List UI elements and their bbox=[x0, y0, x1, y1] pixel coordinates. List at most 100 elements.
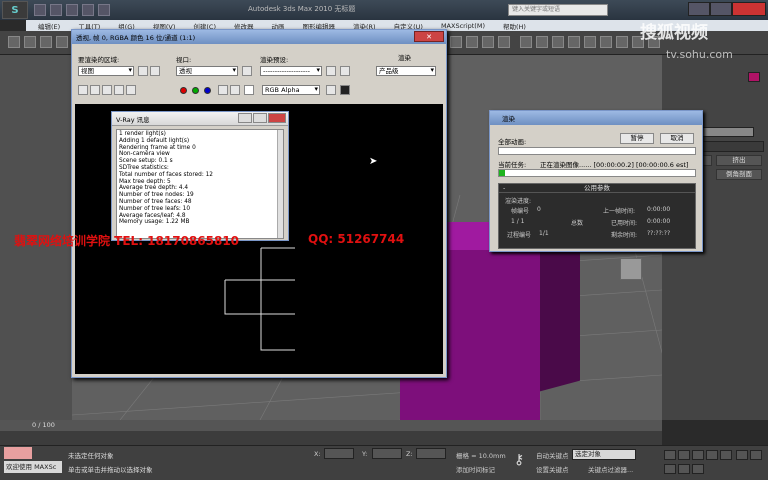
orbit-icon[interactable] bbox=[664, 464, 676, 474]
red-channel-icon[interactable] bbox=[180, 87, 187, 94]
material-editor-icon[interactable] bbox=[600, 36, 612, 48]
vray-close-button[interactable] bbox=[268, 113, 286, 123]
clear-icon[interactable] bbox=[126, 85, 136, 95]
redo-tool-icon[interactable] bbox=[24, 36, 36, 48]
search-input[interactable]: 键入关键字或短语 bbox=[508, 4, 608, 16]
z-label: Z: bbox=[406, 450, 413, 458]
close-button[interactable] bbox=[732, 2, 766, 16]
play-icon[interactable] bbox=[692, 450, 704, 460]
add-time-tag[interactable]: 添加时间标记 bbox=[456, 464, 495, 474]
vray-log[interactable]: 1 render light(s) Adding 1 default light… bbox=[116, 129, 284, 239]
layer-icon[interactable] bbox=[552, 36, 564, 48]
viewcube-icon[interactable] bbox=[620, 258, 642, 280]
time-slider[interactable]: 0 / 100 bbox=[0, 420, 662, 431]
all-animation-progress bbox=[498, 147, 696, 155]
menu-help[interactable]: 帮助(H) bbox=[494, 21, 535, 31]
spinner-snap-icon[interactable] bbox=[498, 36, 510, 48]
vray-maximize-button[interactable] bbox=[253, 113, 267, 123]
pan-icon[interactable] bbox=[750, 450, 762, 460]
display-toggle-icon[interactable] bbox=[326, 85, 336, 95]
edit-region-icon[interactable] bbox=[138, 66, 148, 76]
viewport-dropdown[interactable]: 透视 bbox=[176, 66, 238, 76]
render-label: 渲染 bbox=[398, 54, 411, 62]
prev-frame-icon[interactable] bbox=[678, 450, 690, 460]
undo-icon[interactable] bbox=[82, 4, 94, 16]
monochrome-icon[interactable] bbox=[230, 85, 240, 95]
key-icon[interactable]: ⚷ bbox=[514, 452, 524, 468]
redo-icon[interactable] bbox=[98, 4, 110, 16]
area-label: 要渲染的区域: bbox=[78, 56, 120, 64]
render-frame-close-button[interactable]: ✕ bbox=[414, 31, 444, 42]
snap-icon[interactable] bbox=[450, 36, 462, 48]
pause-button[interactable]: 暂停 bbox=[620, 133, 654, 144]
render-setup-small-icon[interactable] bbox=[326, 66, 336, 76]
auto-key-button[interactable]: 自动关键点 bbox=[536, 450, 569, 460]
align-icon[interactable] bbox=[536, 36, 548, 48]
next-frame-icon[interactable] bbox=[706, 450, 718, 460]
save-image-icon[interactable] bbox=[78, 85, 88, 95]
render-frame-titlebar[interactable]: 透视, 帧 0, RGBA 颜色 16 位/通道 (1:1) bbox=[72, 30, 446, 44]
object-color-swatch[interactable] bbox=[748, 72, 760, 82]
product-level-dropdown[interactable]: 产品级 bbox=[376, 66, 436, 76]
minimize-button[interactable] bbox=[688, 2, 710, 16]
goto-end-icon[interactable] bbox=[720, 450, 732, 460]
environment-icon[interactable] bbox=[340, 66, 350, 76]
x-coordinate-field[interactable] bbox=[324, 448, 354, 459]
new-icon[interactable] bbox=[34, 4, 46, 16]
area-dropdown[interactable]: 视图 bbox=[78, 66, 134, 76]
preset-dropdown[interactable]: -------------------- bbox=[260, 66, 322, 76]
toggle-ui-icon[interactable] bbox=[340, 85, 350, 95]
curve-editor-icon[interactable] bbox=[568, 36, 580, 48]
zoom-icon[interactable] bbox=[736, 450, 748, 460]
auto-region-icon[interactable] bbox=[150, 66, 160, 76]
channel-dropdown[interactable]: RGB Alpha bbox=[262, 85, 320, 95]
schematic-icon[interactable] bbox=[584, 36, 596, 48]
print-icon[interactable] bbox=[114, 85, 124, 95]
vray-minimize-button[interactable] bbox=[238, 113, 252, 123]
log-line: Average tree depth: 4.4 bbox=[119, 185, 189, 192]
log-line: Max tree depth: 5 bbox=[119, 178, 171, 185]
angle-snap-icon[interactable] bbox=[466, 36, 478, 48]
link-icon[interactable] bbox=[40, 36, 52, 48]
save-icon[interactable] bbox=[66, 4, 78, 16]
blue-channel-icon[interactable] bbox=[204, 87, 211, 94]
lock-viewport-icon[interactable] bbox=[242, 66, 252, 76]
maxscript-listener[interactable]: 欢迎使用 MAXSc bbox=[4, 461, 62, 473]
key-filters-button[interactable]: 关键点过滤器... bbox=[588, 464, 633, 474]
fov-icon[interactable] bbox=[678, 464, 690, 474]
maximize-viewport-icon[interactable] bbox=[692, 464, 704, 474]
copy-image-icon[interactable] bbox=[90, 85, 100, 95]
viewport-label: 视口: bbox=[176, 56, 192, 64]
cancel-button[interactable]: 取消 bbox=[660, 133, 694, 144]
green-channel-icon[interactable] bbox=[192, 87, 199, 94]
log-line: Rendering frame at time 0 bbox=[119, 144, 196, 151]
swatch-icon[interactable] bbox=[244, 85, 254, 95]
selected-objects-dropdown[interactable]: 选定对象 bbox=[572, 449, 636, 460]
extrude-button[interactable]: 挤出 bbox=[716, 155, 762, 166]
mirror-icon[interactable] bbox=[520, 36, 532, 48]
app-logo-button[interactable]: S bbox=[2, 1, 28, 19]
y-coordinate-field[interactable] bbox=[372, 448, 402, 459]
collapse-icon: - bbox=[503, 184, 506, 192]
open-icon[interactable] bbox=[50, 4, 62, 16]
z-coordinate-field[interactable] bbox=[416, 448, 446, 459]
percent-snap-icon[interactable] bbox=[482, 36, 494, 48]
vray-scrollbar[interactable] bbox=[277, 130, 283, 238]
current-task-value: 正在渲染图像...... [00:00:00.2] [00:00:00.6 es… bbox=[540, 161, 689, 169]
menu-edit[interactable]: 编辑(E) bbox=[26, 21, 69, 31]
bevel-profile-button[interactable]: 倒角剖面 bbox=[716, 169, 762, 180]
clone-frame-icon[interactable] bbox=[102, 85, 112, 95]
rollout-title: 公用参数 bbox=[584, 184, 610, 192]
track-bar[interactable] bbox=[0, 431, 662, 445]
rollout-header[interactable]: - 公用参数 bbox=[499, 184, 695, 193]
unlink-icon[interactable] bbox=[56, 36, 68, 48]
render-setup-icon[interactable] bbox=[616, 36, 628, 48]
app-logo-glyph: S bbox=[11, 4, 19, 16]
alpha-channel-icon[interactable] bbox=[218, 85, 228, 95]
set-key-button[interactable]: 设置关键点 bbox=[536, 464, 569, 474]
render-progress-titlebar[interactable]: 渲染 bbox=[490, 111, 702, 125]
frame-counter: 0 / 100 bbox=[32, 421, 55, 429]
undo-tool-icon[interactable] bbox=[8, 36, 20, 48]
goto-start-icon[interactable] bbox=[664, 450, 676, 460]
maximize-button[interactable] bbox=[710, 2, 732, 16]
